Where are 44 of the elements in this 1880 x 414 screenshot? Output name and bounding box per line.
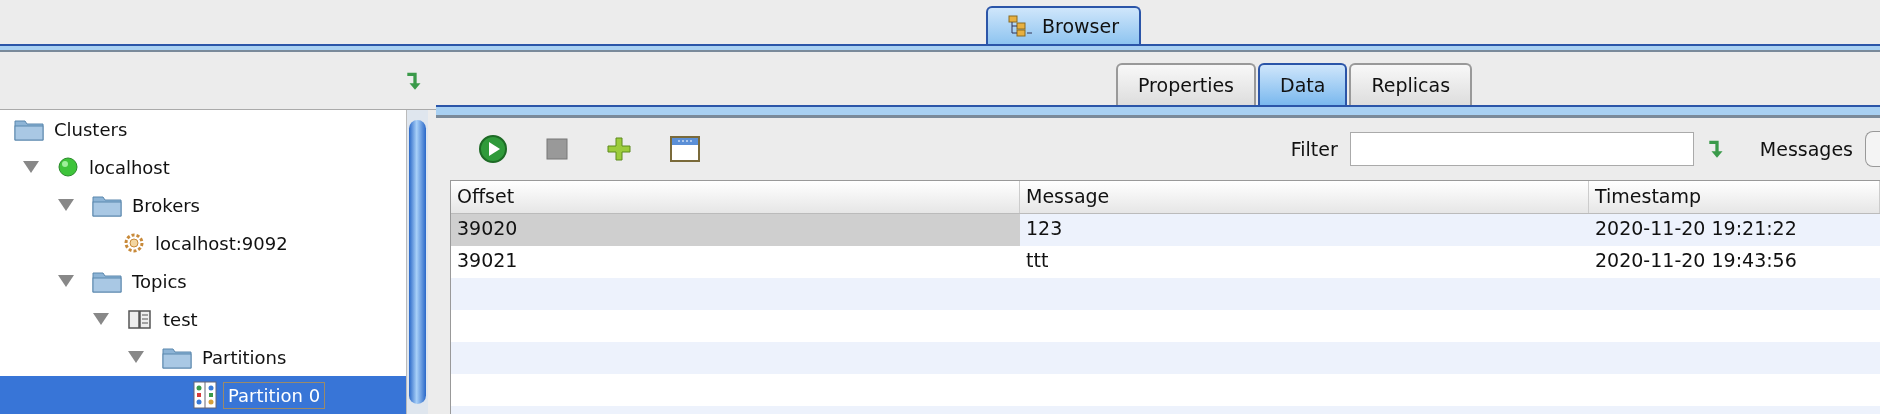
folder-icon: [14, 117, 44, 141]
dropdown[interactable]: [1865, 131, 1880, 167]
tree-item-label[interactable]: localhost:9092: [151, 230, 292, 256]
folder-icon: [162, 345, 192, 369]
play-icon[interactable]: [478, 134, 508, 164]
grid-icon: [193, 381, 217, 409]
tree-item-label[interactable]: Topics: [128, 268, 191, 294]
tree-row[interactable]: Partition 0: [0, 376, 406, 414]
filter-label: Filter: [1290, 138, 1338, 160]
column-header[interactable]: Offset: [451, 181, 1020, 213]
expand-toggle-icon[interactable]: [58, 199, 74, 211]
table-cell-text: 2020-11-20 19:21:22: [1594, 216, 1798, 241]
tree-icon: [1008, 15, 1034, 37]
status-dot-icon: [57, 156, 79, 178]
window-icon[interactable]: [670, 136, 700, 162]
book-icon: [127, 308, 153, 330]
messages-label: Messages: [1759, 138, 1853, 160]
table-cell-text: 39021: [456, 248, 519, 273]
plus-icon[interactable]: [606, 136, 632, 162]
expand-toggle-icon[interactable]: [23, 161, 39, 173]
tab[interactable]: Data: [1258, 63, 1348, 105]
tree-item-label[interactable]: localhost: [85, 154, 174, 180]
table-cell: 39020: [451, 214, 1020, 246]
tree-item-label[interactable]: Partitions: [198, 344, 291, 370]
column-header[interactable]: Timestamp: [1589, 181, 1880, 213]
gear-icon: [123, 232, 145, 254]
folder-icon: [92, 193, 122, 217]
table-cell-text: 123: [1025, 216, 1064, 241]
expand-toggle-icon[interactable]: [58, 275, 74, 287]
window-tab[interactable]: Browser: [986, 6, 1141, 44]
tab[interactable]: Properties: [1116, 63, 1257, 105]
expand-toggle-icon[interactable]: [93, 313, 109, 325]
column-header[interactable]: Message: [1020, 181, 1589, 213]
expand-toggle-icon[interactable]: [128, 351, 144, 363]
tree-item-label[interactable]: Brokers: [128, 192, 204, 218]
table-cell-text: ttt: [1025, 248, 1050, 273]
tab[interactable]: Replicas: [1349, 63, 1473, 105]
tree-item-label[interactable]: Partition 0: [223, 381, 326, 409]
table-cell-text: 2020-11-20 19:43:56: [1594, 248, 1798, 273]
tree-item-label[interactable]: Clusters: [50, 116, 132, 142]
folder-icon: [92, 269, 122, 293]
tree-item-label[interactable]: test: [159, 306, 202, 332]
filter-field[interactable]: [1349, 132, 1694, 166]
scrollbar[interactable]: [406, 110, 428, 414]
